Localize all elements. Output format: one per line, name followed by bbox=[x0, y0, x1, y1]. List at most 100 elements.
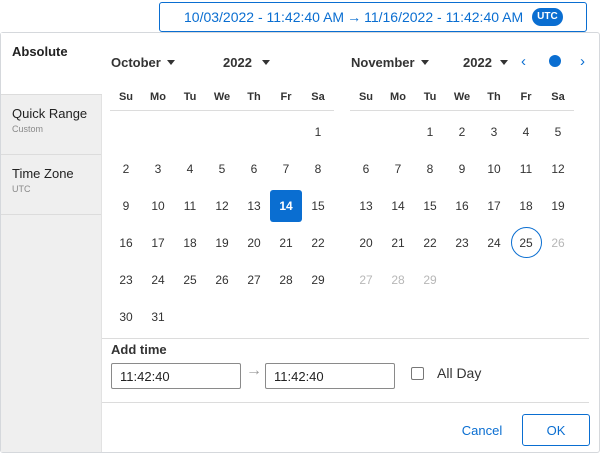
day-number: 19 bbox=[215, 235, 229, 250]
day-cell-17[interactable]: 17 bbox=[478, 187, 510, 224]
day-cell-12[interactable]: 12 bbox=[542, 150, 574, 187]
day-number: 19 bbox=[551, 198, 565, 213]
day-number: 22 bbox=[311, 235, 325, 250]
day-cell-24[interactable]: 24 bbox=[478, 224, 510, 261]
day-cell-21[interactable]: 21 bbox=[382, 224, 414, 261]
day-cell-2[interactable]: 2 bbox=[446, 113, 478, 150]
weekday-label: Th bbox=[487, 91, 501, 103]
left-calendar: Su Mo Tu We Th Fr Sa 1 2 3 4 5 6 7 8 9 10 11 12 13 14 15 16 17… bbox=[110, 83, 334, 335]
day-cell-20[interactable]: 20 bbox=[350, 224, 382, 261]
ok-button[interactable]: OK bbox=[522, 414, 590, 446]
day-number: 9 bbox=[458, 161, 466, 176]
day-number: 12 bbox=[215, 198, 229, 213]
weekday-label: Su bbox=[118, 91, 134, 103]
day-cell-27[interactable]: 27 bbox=[238, 261, 270, 298]
day-number: 23 bbox=[455, 235, 469, 250]
day-cell-18[interactable]: 18 bbox=[510, 187, 542, 224]
day-cell-6[interactable]: 6 bbox=[238, 150, 270, 187]
day-cell-14[interactable]: 14 bbox=[270, 187, 302, 224]
day-cell-2[interactable]: 2 bbox=[110, 150, 142, 187]
sidebar: Absolute Quick Range Custom Time Zone UT… bbox=[1, 33, 102, 452]
day-number: 14 bbox=[270, 189, 302, 222]
day-cell-22[interactable]: 22 bbox=[302, 224, 334, 261]
day-cell-13[interactable]: 13 bbox=[238, 187, 270, 224]
prev-month-icon[interactable]: ‹ bbox=[521, 53, 526, 70]
day-cell-10[interactable]: 10 bbox=[478, 150, 510, 187]
day-cell-22[interactable]: 22 bbox=[414, 224, 446, 261]
left-month-select[interactable]: October bbox=[111, 55, 175, 70]
day-cell-11[interactable]: 11 bbox=[174, 187, 206, 224]
end-time-input[interactable] bbox=[265, 363, 395, 389]
right-year-select[interactable]: 2022 bbox=[463, 55, 508, 70]
day-cell-20[interactable]: 20 bbox=[238, 224, 270, 261]
day-cell-16[interactable]: 16 bbox=[110, 224, 142, 261]
today-dot-icon[interactable] bbox=[549, 55, 561, 67]
right-year-label: 2022 bbox=[463, 55, 492, 70]
empty-day-cell bbox=[174, 113, 206, 150]
day-cell-16[interactable]: 16 bbox=[446, 187, 478, 224]
day-cell-15[interactable]: 15 bbox=[302, 187, 334, 224]
day-number: 16 bbox=[119, 235, 133, 250]
day-number: 11 bbox=[183, 198, 197, 213]
sidebar-item-absolute[interactable]: Absolute bbox=[1, 33, 102, 95]
right-month-select[interactable]: November bbox=[351, 55, 429, 70]
day-cell-21[interactable]: 21 bbox=[270, 224, 302, 261]
day-cell-17[interactable]: 17 bbox=[142, 224, 174, 261]
weekday-label: Mo bbox=[150, 91, 166, 103]
sidebar-item-label: Quick Range bbox=[12, 106, 88, 121]
day-cell-10[interactable]: 10 bbox=[142, 187, 174, 224]
range-start-text: 10/03/2022 - 11:42:40 AM bbox=[184, 9, 345, 25]
empty-day-cell bbox=[270, 113, 302, 150]
day-cell-3[interactable]: 3 bbox=[478, 113, 510, 150]
weekday-header: Su Mo Tu We Th Fr Sa bbox=[110, 83, 334, 111]
day-cell-1[interactable]: 1 bbox=[302, 113, 334, 150]
day-cell-14[interactable]: 14 bbox=[382, 187, 414, 224]
day-cell-31[interactable]: 31 bbox=[142, 298, 174, 335]
day-cell-19[interactable]: 19 bbox=[542, 187, 574, 224]
day-cell-28[interactable]: 28 bbox=[270, 261, 302, 298]
range-arrow-icon: → bbox=[347, 9, 362, 25]
day-cell-18[interactable]: 18 bbox=[174, 224, 206, 261]
day-cell-5[interactable]: 5 bbox=[206, 150, 238, 187]
day-cell-4[interactable]: 4 bbox=[510, 113, 542, 150]
day-cell-29[interactable]: 29 bbox=[302, 261, 334, 298]
caret-down-icon bbox=[166, 60, 175, 65]
sidebar-item-time-zone[interactable]: Time Zone UTC bbox=[1, 155, 101, 215]
day-cell-7[interactable]: 7 bbox=[382, 150, 414, 187]
next-month-icon[interactable]: › bbox=[580, 53, 585, 70]
day-cell-1[interactable]: 1 bbox=[414, 113, 446, 150]
day-cell-12[interactable]: 12 bbox=[206, 187, 238, 224]
all-day-checkbox[interactable] bbox=[411, 367, 424, 380]
day-cell-6[interactable]: 6 bbox=[350, 150, 382, 187]
day-cell-11[interactable]: 11 bbox=[510, 150, 542, 187]
day-cell-3[interactable]: 3 bbox=[142, 150, 174, 187]
day-cell-26[interactable]: 26 bbox=[206, 261, 238, 298]
day-cell-15[interactable]: 15 bbox=[414, 187, 446, 224]
day-number: 15 bbox=[423, 198, 437, 213]
day-cell-4[interactable]: 4 bbox=[174, 150, 206, 187]
day-cell-25[interactable]: 25 bbox=[510, 224, 542, 261]
date-range-display[interactable]: 10/03/2022 - 11:42:40 AM → 11/16/2022 - … bbox=[159, 2, 587, 32]
day-cell-9[interactable]: 9 bbox=[446, 150, 478, 187]
cancel-button[interactable]: Cancel bbox=[450, 414, 514, 446]
day-number: 1 bbox=[426, 124, 434, 139]
day-cell-8[interactable]: 8 bbox=[302, 150, 334, 187]
day-cell-7[interactable]: 7 bbox=[270, 150, 302, 187]
day-cell-8[interactable]: 8 bbox=[414, 150, 446, 187]
day-cell-25[interactable]: 25 bbox=[174, 261, 206, 298]
day-cell-13[interactable]: 13 bbox=[350, 187, 382, 224]
day-cell-23[interactable]: 23 bbox=[446, 224, 478, 261]
day-number: 8 bbox=[314, 161, 322, 176]
day-number: 14 bbox=[391, 198, 405, 213]
day-cell-30[interactable]: 30 bbox=[110, 298, 142, 335]
day-number: 6 bbox=[250, 161, 258, 176]
day-cell-5[interactable]: 5 bbox=[542, 113, 574, 150]
start-time-input[interactable] bbox=[111, 363, 241, 389]
day-number: 3 bbox=[154, 161, 162, 176]
sidebar-item-quick-range[interactable]: Quick Range Custom bbox=[1, 95, 101, 155]
day-cell-23[interactable]: 23 bbox=[110, 261, 142, 298]
day-cell-9[interactable]: 9 bbox=[110, 187, 142, 224]
day-cell-19[interactable]: 19 bbox=[206, 224, 238, 261]
day-cell-24[interactable]: 24 bbox=[142, 261, 174, 298]
left-year-select[interactable]: 2022 bbox=[223, 55, 270, 70]
